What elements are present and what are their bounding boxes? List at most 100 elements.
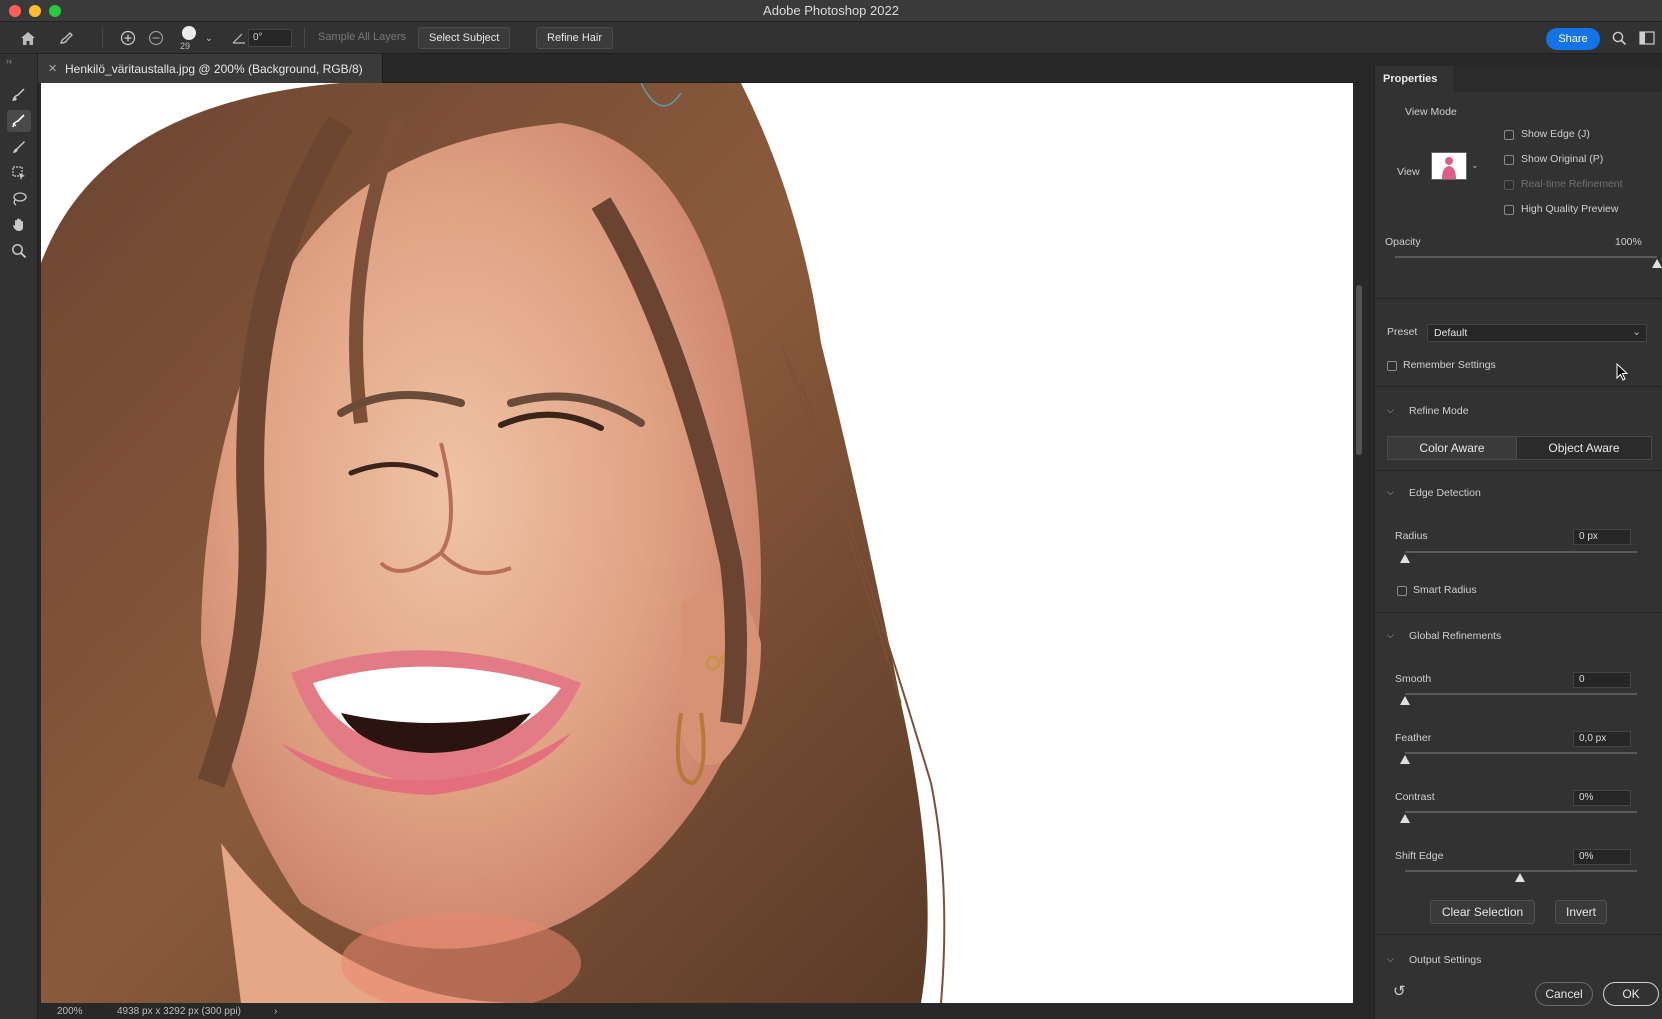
invert-button[interactable]: Invert [1555, 900, 1607, 924]
object-aware-button[interactable]: Object Aware [1516, 436, 1652, 460]
add-to-selection-icon[interactable] [117, 28, 139, 48]
home-icon[interactable] [17, 28, 39, 48]
hand-icon[interactable] [7, 214, 31, 236]
divider [1375, 298, 1662, 299]
ok-button[interactable]: OK [1603, 982, 1659, 1006]
chevron-down-icon[interactable]: ⌵ [1387, 630, 1394, 641]
radius-label: Radius [1395, 530, 1428, 542]
realtime-refinement-checkbox [1504, 180, 1514, 190]
opacity-label: Opacity [1385, 236, 1421, 248]
vertical-scrollbar[interactable] [1356, 285, 1362, 455]
status-bar: 200% 4938 px x 3292 px (300 ppi) › [38, 1005, 1360, 1019]
opacity-slider-thumb[interactable] [1652, 259, 1662, 268]
canvas-area[interactable] [38, 83, 1360, 1007]
brush-preview[interactable] [182, 26, 196, 40]
subtract-from-selection-icon[interactable] [145, 28, 167, 48]
document-tab[interactable]: ✕ Henkilö_väritaustalla.jpg @ 200% (Back… [38, 54, 383, 83]
contrast-input[interactable]: 0% [1573, 790, 1631, 806]
smart-radius-label: Smart Radius [1413, 584, 1477, 596]
refine-hair-button[interactable]: Refine Hair [536, 27, 614, 49]
collapse-arrows-icon[interactable]: ›› [6, 56, 12, 66]
smooth-slider-thumb[interactable] [1400, 696, 1410, 705]
color-aware-button[interactable]: Color Aware [1387, 436, 1517, 460]
chevron-down-icon[interactable]: ⌵ [1387, 487, 1394, 498]
high-quality-preview-label: High Quality Preview [1521, 203, 1619, 215]
contrast-slider-thumb[interactable] [1400, 814, 1410, 823]
tab-properties[interactable]: Properties [1375, 66, 1453, 92]
lasso-icon[interactable] [7, 188, 31, 210]
high-quality-preview-checkbox[interactable] [1504, 205, 1514, 215]
divider [102, 28, 103, 48]
sample-all-layers-checkbox[interactable]: Sample All Layers [318, 31, 406, 43]
mouse-cursor-icon [1616, 362, 1629, 386]
refine-mode-heading[interactable]: Refine Mode [1409, 405, 1469, 417]
smooth-input[interactable]: 0 [1573, 672, 1631, 688]
divider [1375, 470, 1662, 471]
options-bar: 29 ⌄ 0° Sample All Layers Select Subject… [0, 22, 1662, 54]
panel-tab-row: Properties [1375, 66, 1662, 92]
zoom-level[interactable]: 200% [57, 1006, 83, 1017]
brush-tool-icon[interactable] [56, 28, 78, 48]
title-bar: Adobe Photoshop 2022 [0, 0, 1662, 22]
global-refinements-heading[interactable]: Global Refinements [1409, 630, 1501, 642]
tools-panel: ›› [0, 54, 38, 1019]
share-button[interactable]: Share [1546, 28, 1600, 50]
contrast-label: Contrast [1395, 791, 1435, 803]
clear-selection-button[interactable]: Clear Selection [1430, 900, 1535, 924]
shift-edge-slider-track[interactable] [1405, 870, 1637, 872]
document-title: Henkilö_väritaustalla.jpg @ 200% (Backgr… [65, 62, 363, 76]
document-image[interactable] [41, 83, 1353, 1003]
close-icon[interactable]: ✕ [48, 62, 57, 75]
radius-input[interactable]: 0 px [1573, 529, 1631, 545]
divider [304, 28, 305, 48]
radius-slider-thumb[interactable] [1400, 554, 1410, 563]
preset-value: Default [1434, 327, 1468, 339]
opacity-slider-track[interactable] [1395, 256, 1657, 258]
angle-icon [228, 28, 250, 48]
zoom-icon[interactable] [7, 240, 31, 262]
radius-slider-track[interactable] [1405, 551, 1637, 553]
feather-label: Feather [1395, 732, 1432, 744]
remember-settings-label: Remember Settings [1403, 359, 1496, 371]
edge-detection-heading[interactable]: Edge Detection [1409, 487, 1481, 499]
chevron-down-icon[interactable]: ⌄ [1471, 160, 1479, 171]
shift-edge-input[interactable]: 0% [1573, 849, 1631, 865]
show-original-label: Show Original (P) [1521, 153, 1604, 165]
view-mode-thumbnail[interactable] [1431, 152, 1467, 180]
feather-input[interactable]: 0,0 px [1573, 731, 1631, 747]
remember-settings-checkbox[interactable] [1387, 361, 1397, 371]
smart-radius-checkbox[interactable] [1397, 586, 1407, 596]
view-mode-heading: View Mode [1405, 106, 1457, 118]
output-settings-heading[interactable]: Output Settings [1409, 954, 1481, 966]
feather-slider-thumb[interactable] [1400, 755, 1410, 764]
reset-icon[interactable]: ↺ [1393, 982, 1406, 1000]
brush-size-value: 29 [180, 41, 191, 51]
feather-slider-track[interactable] [1405, 752, 1637, 754]
refine-edge-brush-icon[interactable] [7, 110, 31, 132]
divider [1375, 386, 1662, 387]
contrast-slider-track[interactable] [1405, 811, 1637, 813]
quick-selection-icon[interactable] [7, 84, 31, 106]
chevron-down-icon[interactable]: ⌄ [198, 28, 220, 48]
chevron-right-icon[interactable]: › [274, 1006, 277, 1017]
shift-edge-label: Shift Edge [1395, 850, 1444, 862]
object-selection-icon[interactable] [7, 162, 31, 184]
shift-edge-slider-thumb[interactable] [1515, 873, 1525, 882]
workspace-icon[interactable] [1636, 28, 1658, 48]
cancel-button[interactable]: Cancel [1535, 982, 1593, 1006]
smooth-slider-track[interactable] [1405, 693, 1637, 695]
show-original-checkbox[interactable] [1504, 155, 1514, 165]
view-label: View [1397, 166, 1420, 178]
angle-input[interactable]: 0° [248, 29, 292, 47]
chevron-down-icon[interactable]: ⌵ [1387, 405, 1394, 416]
chevron-down-icon[interactable]: ⌵ [1387, 954, 1394, 965]
preset-dropdown[interactable]: Default ⌄ [1427, 324, 1647, 342]
search-icon[interactable] [1608, 28, 1630, 48]
select-subject-button[interactable]: Select Subject [418, 27, 511, 49]
app-title: Adobe Photoshop 2022 [763, 3, 899, 18]
smooth-label: Smooth [1395, 673, 1432, 685]
opacity-value[interactable]: 100% [1615, 236, 1642, 248]
show-edge-checkbox[interactable] [1504, 130, 1514, 140]
brush-icon[interactable] [7, 136, 31, 158]
divider [1375, 612, 1662, 613]
